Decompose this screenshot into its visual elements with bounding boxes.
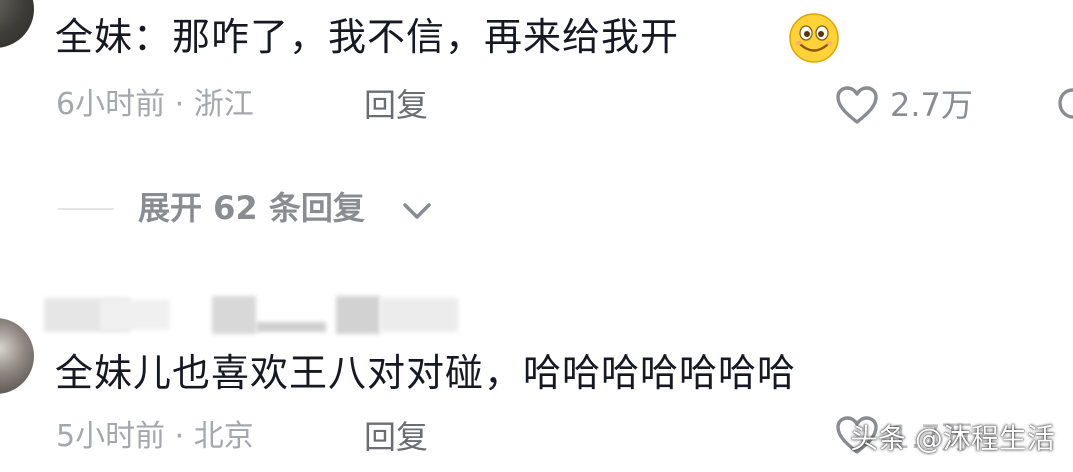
like-count: 2.7万	[890, 86, 973, 124]
reply-button[interactable]: 回复	[364, 87, 428, 123]
username-redacted[interactable]	[44, 294, 464, 336]
expand-replies-button[interactable]: 展开 62 条回复	[138, 188, 365, 228]
comment-text: 全妹儿也喜欢王八对对碰，哈哈哈哈哈哈哈	[55, 351, 797, 395]
avatar[interactable]	[0, 318, 34, 394]
chevron-down-icon[interactable]	[400, 196, 434, 226]
comment-meta: 5小时前 · 北京	[56, 419, 254, 454]
comment-icon[interactable]	[1056, 84, 1073, 126]
avatar[interactable]	[0, 0, 34, 48]
comment-text: 全妹：那咋了，我不信，再来给我开	[55, 15, 680, 59]
smiley-emoji	[789, 13, 839, 63]
reply-button[interactable]: 回复	[364, 419, 428, 455]
comment-meta: 6小时前 · 浙江	[56, 87, 254, 122]
watermark: 头条 @沐程生活	[850, 422, 1055, 455]
heart-icon[interactable]	[834, 84, 880, 126]
expand-divider	[58, 208, 114, 210]
